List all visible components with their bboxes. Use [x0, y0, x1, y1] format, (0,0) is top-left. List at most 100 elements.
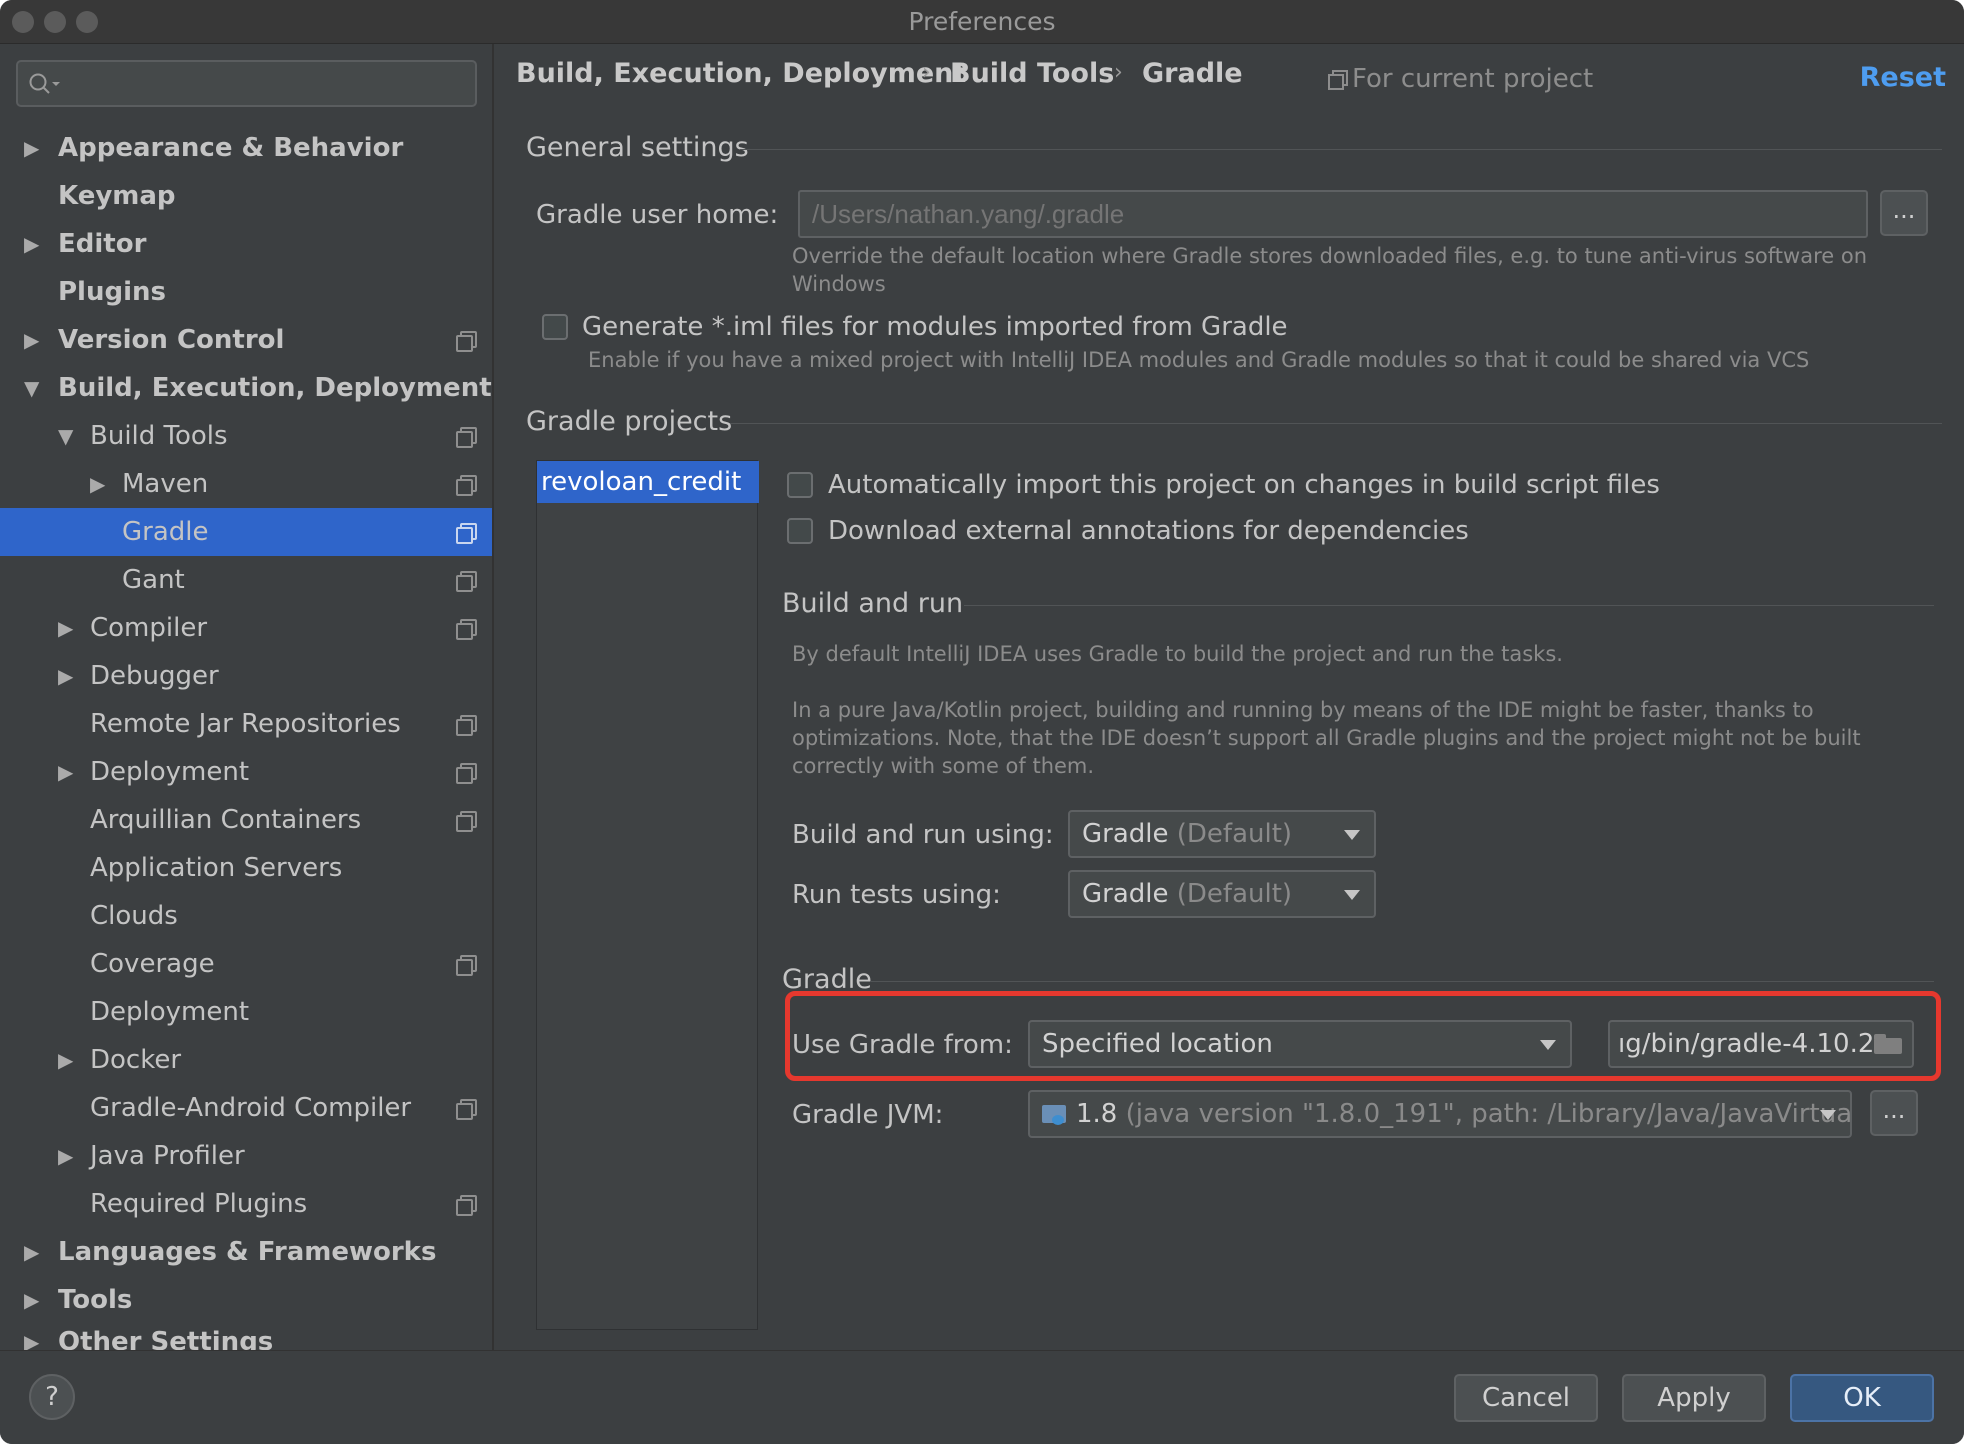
jvm-version: 1.8 — [1076, 1099, 1118, 1129]
dialog-footer: ? Cancel Apply OK — [0, 1350, 1964, 1444]
sidebar-item-debugger[interactable]: ▶ Debugger — [0, 652, 492, 700]
sidebar-item-label: Application Servers — [90, 853, 343, 883]
sidebar-item-java-profiler[interactable]: ▶ Java Profiler — [0, 1132, 492, 1180]
section-divider — [870, 981, 1934, 982]
project-scope-icon — [456, 763, 477, 784]
folder-icon[interactable] — [1874, 1034, 1902, 1054]
sidebar-item-label: Coverage — [90, 949, 215, 979]
breadcrumb-separator: › — [1114, 60, 1123, 85]
sidebar-item-other-settings[interactable]: ▶ Other Settings — [0, 1318, 492, 1350]
build-and-run-using-select[interactable]: Gradle (Default) — [1068, 810, 1376, 858]
sidebar-item-label: Gradle — [122, 517, 209, 547]
project-scope-icon — [456, 475, 477, 496]
window-title: Preferences — [908, 7, 1056, 36]
sidebar-item-label: Required Plugins — [90, 1189, 308, 1219]
chevron-right-icon[interactable]: ▶ — [24, 220, 44, 268]
sidebar-item-label: Build Tools — [90, 421, 228, 451]
chevron-right-icon[interactable]: ▶ — [58, 748, 78, 796]
dropdown-arrow-icon — [1820, 1110, 1836, 1120]
run-tests-using-select[interactable]: Gradle (Default) — [1068, 870, 1376, 918]
apply-button[interactable]: Apply — [1622, 1374, 1766, 1422]
breadcrumb-build-tools[interactable]: Build Tools — [950, 58, 1114, 89]
browse-jvm-button[interactable]: ... — [1870, 1090, 1918, 1136]
gradle-projects-title: Gradle projects — [526, 406, 733, 437]
sidebar-item-label: Plugins — [58, 277, 166, 307]
sidebar-item-tools[interactable]: ▶ Tools — [0, 1276, 492, 1324]
sidebar-item-gant[interactable]: Gant — [0, 556, 492, 604]
chevron-right-icon[interactable]: ▶ — [24, 1228, 44, 1276]
sidebar-item-editor[interactable]: ▶ Editor — [0, 220, 492, 268]
section-divider — [964, 605, 1934, 606]
ok-button[interactable]: OK — [1790, 1374, 1934, 1422]
chevron-right-icon[interactable]: ▶ — [24, 1318, 44, 1350]
sidebar-item-label: Arquillian Containers — [90, 805, 362, 835]
gradle-user-home-input[interactable] — [798, 190, 1868, 238]
sidebar-item-clouds[interactable]: Clouds — [0, 892, 492, 940]
generate-iml-label: Generate *.iml files for modules importe… — [582, 312, 1288, 342]
jdk-folder-icon — [1042, 1103, 1070, 1125]
project-scope-icon — [1328, 70, 1348, 90]
breadcrumb-separator: › — [922, 60, 931, 85]
sidebar-item-arquillian-containers[interactable]: Arquillian Containers — [0, 796, 492, 844]
generate-iml-checkbox[interactable] — [542, 314, 568, 340]
chevron-right-icon[interactable]: ▶ — [58, 652, 78, 700]
preferences-window: Preferences ▶ Appearance & Behavior Keym… — [0, 0, 1964, 1444]
project-scope-icon — [456, 1195, 477, 1216]
sidebar-item-plugins[interactable]: Plugins — [0, 268, 492, 316]
sidebar-item-maven[interactable]: ▶ Maven — [0, 460, 492, 508]
field-value: ıg/bin/gradle-4.10.2 — [1618, 1029, 1875, 1059]
sidebar-item-label: Keymap — [58, 181, 176, 211]
settings-search-input[interactable] — [16, 60, 477, 107]
sidebar-item-languages-frameworks[interactable]: ▶ Languages & Frameworks — [0, 1228, 492, 1276]
project-scope-icon — [456, 571, 477, 592]
cancel-button[interactable]: Cancel — [1454, 1374, 1598, 1422]
gradle-user-home-label: Gradle user home: — [536, 200, 779, 230]
sidebar-item-build-execution-deployment[interactable]: ▼ Build, Execution, Deployment — [0, 364, 492, 412]
gradle-jvm-select[interactable]: 1.8 (java version "1.8.0_191", path: /Li… — [1028, 1090, 1852, 1138]
sidebar-item-keymap[interactable]: Keymap — [0, 172, 492, 220]
chevron-right-icon[interactable]: ▶ — [58, 1132, 78, 1180]
browse-user-home-button[interactable]: ... — [1880, 190, 1928, 236]
sidebar-item-coverage[interactable]: Coverage — [0, 940, 492, 988]
chevron-right-icon[interactable]: ▶ — [90, 460, 110, 508]
chevron-right-icon[interactable]: ▶ — [24, 1276, 44, 1324]
gradle-projects-list[interactable]: revoloan_credit — [536, 460, 759, 1330]
sidebar-item-build-tools[interactable]: ▼ Build Tools — [0, 412, 492, 460]
project-scope-icon — [456, 619, 477, 640]
chevron-right-icon[interactable]: ▶ — [58, 1036, 78, 1084]
sidebar-item-remote-jar-repositories[interactable]: Remote Jar Repositories — [0, 700, 492, 748]
use-gradle-from-select[interactable]: Specified location — [1028, 1020, 1572, 1068]
breadcrumb-build-execution-deployment[interactable]: Build, Execution, Deployment — [516, 58, 966, 89]
sidebar-item-required-plugins[interactable]: Required Plugins — [0, 1180, 492, 1228]
help-button[interactable]: ? — [29, 1374, 75, 1420]
sidebar-item-version-control[interactable]: ▶ Version Control — [0, 316, 492, 364]
download-annotations-checkbox[interactable] — [787, 518, 813, 544]
sidebar-item-appearance[interactable]: ▶ Appearance & Behavior — [0, 124, 492, 172]
sidebar-item-gradle[interactable]: Gradle — [0, 508, 492, 556]
chevron-right-icon[interactable]: ▶ — [24, 316, 44, 364]
dropdown-arrow-icon — [1344, 830, 1360, 840]
sidebar-item-gradle-android-compiler[interactable]: Gradle-Android Compiler — [0, 1084, 492, 1132]
sidebar-item-compiler[interactable]: ▶ Compiler — [0, 604, 492, 652]
gradle-location-field[interactable]: ıg/bin/gradle-4.10.2 — [1608, 1020, 1914, 1068]
reset-link[interactable]: Reset — [1860, 62, 1946, 93]
chevron-right-icon[interactable]: ▶ — [24, 124, 44, 172]
auto-import-checkbox[interactable] — [787, 472, 813, 498]
chevron-right-icon[interactable]: ▶ — [58, 604, 78, 652]
sidebar-item-application-servers[interactable]: Application Servers — [0, 844, 492, 892]
sidebar-item-deployment[interactable]: ▶ Deployment — [0, 748, 492, 796]
build-and-run-title: Build and run — [782, 588, 964, 619]
chevron-down-icon[interactable]: ▼ — [24, 364, 44, 412]
sidebar-item-docker[interactable]: ▶ Docker — [0, 1036, 492, 1084]
list-item[interactable]: revoloan_credit — [537, 461, 759, 503]
chevron-down-icon[interactable]: ▼ — [58, 412, 78, 460]
build-and-run-using-label: Build and run using: — [792, 820, 1054, 850]
section-divider — [730, 423, 1942, 424]
project-scope-icon — [456, 811, 477, 832]
generate-iml-help: Enable if you have a mixed project with … — [588, 348, 1810, 372]
sidebar-item-deployment-2[interactable]: Deployment — [0, 988, 492, 1036]
build-run-help-2: In a pure Java/Kotlin project, building … — [792, 698, 1861, 778]
project-scope-icon — [456, 331, 477, 352]
sidebar-item-label: Version Control — [58, 325, 285, 355]
select-value: Gradle — [1082, 819, 1169, 849]
